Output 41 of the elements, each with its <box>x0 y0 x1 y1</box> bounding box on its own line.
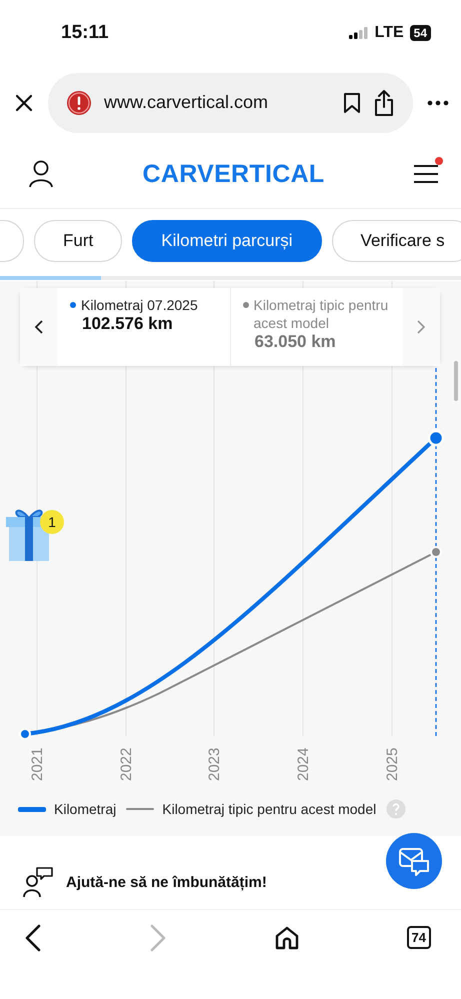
menu-icon[interactable] <box>412 163 439 185</box>
series-label: Kilometraj 07.2025 <box>81 296 198 314</box>
chat-icon <box>398 845 430 877</box>
tab-count-button[interactable]: 74 <box>406 926 431 949</box>
chevron-left-icon <box>34 319 44 335</box>
series-value: 102.576 km <box>82 314 174 334</box>
series-value: 63.050 km <box>254 332 337 352</box>
url-text: www.carvertical.com <box>104 92 270 113</box>
bookmark-icon[interactable] <box>343 92 361 114</box>
axis-label: 2025 <box>384 748 401 781</box>
legend-label: Kilometraj <box>54 801 116 817</box>
home-icon[interactable] <box>274 924 300 950</box>
chevron-right-icon <box>416 319 426 335</box>
warning-icon <box>66 90 92 116</box>
series-label: Kilometraj tipic pentru acest model <box>254 296 390 332</box>
data-point <box>19 728 31 740</box>
feedback-title: Ajută-ne să ne îmbunătățim! <box>66 874 267 890</box>
battery-indicator: 54 <box>410 24 431 40</box>
data-point <box>430 546 442 558</box>
share-icon[interactable] <box>373 88 395 116</box>
address-bar[interactable]: www.carvertical.com <box>48 72 413 132</box>
axis-label: 2022 <box>118 748 135 781</box>
filter-tab[interactable]: Verificare s <box>332 220 461 262</box>
data-point <box>428 430 444 446</box>
axis-label: 2021 <box>29 748 46 781</box>
status-time: 15:11 <box>61 22 109 44</box>
scrollbar <box>454 361 458 401</box>
feedback-icon <box>22 866 54 898</box>
axis-label: 2024 <box>295 748 312 781</box>
filter-tab[interactable]: Furt <box>34 220 122 262</box>
axis-label: 2023 <box>206 748 223 781</box>
legend-label: Kilometraj tipic pentru acest model <box>162 801 376 817</box>
brand-logo[interactable]: CARVERTICAL <box>142 160 324 188</box>
back-icon[interactable] <box>24 924 42 952</box>
signal-icon <box>348 26 369 38</box>
more-icon <box>427 100 449 106</box>
filter-tab[interactable]: Kilometri parcurși <box>132 220 322 262</box>
user-icon[interactable] <box>28 160 54 188</box>
network-label: LTE <box>374 24 404 42</box>
gift-badge: 1 <box>40 510 64 534</box>
close-icon <box>14 92 34 112</box>
